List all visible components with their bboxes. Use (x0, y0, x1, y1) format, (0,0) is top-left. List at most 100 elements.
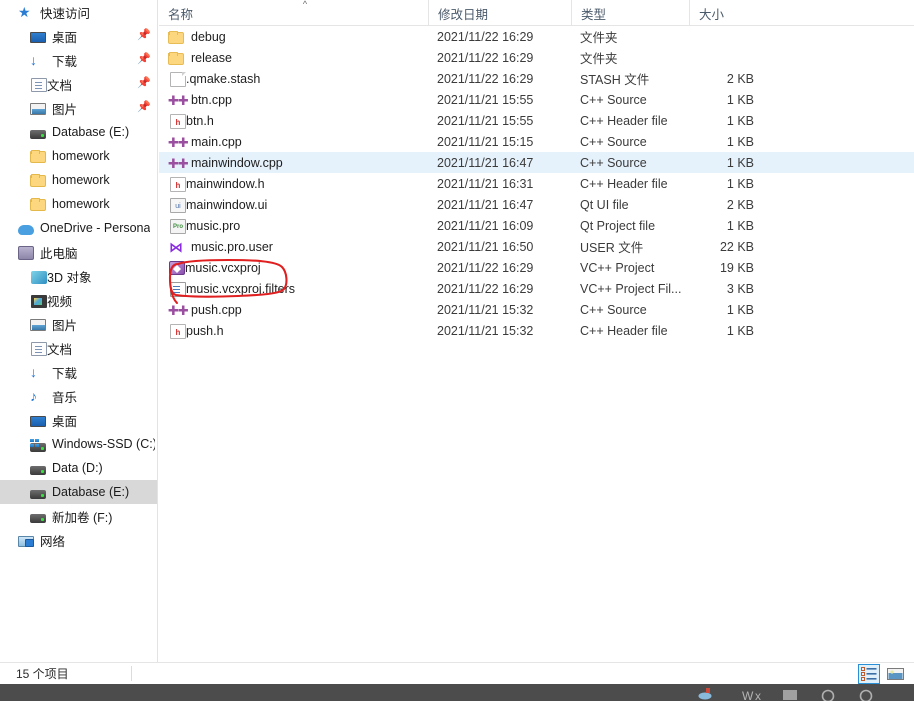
file-name-cell[interactable]: music.vcxproj (168, 257, 261, 278)
file-type-cell: C++ Source (580, 302, 647, 317)
file-date-cell: 2021/11/21 16:50 (437, 239, 534, 254)
nav-item-label: 文档 (47, 78, 73, 93)
nav-item-8[interactable]: homework (0, 192, 157, 216)
nav-item-0[interactable]: ★ 快速访问 (0, 0, 157, 24)
file-date-cell: 2021/11/22 16:29 (437, 260, 534, 275)
table-row[interactable]: h btn.h 2021/11/21 15:55 C++ Header file 1 K… (159, 110, 914, 131)
file-name-cell[interactable]: ⋈ music.pro.user (168, 236, 273, 257)
file-name-label: music.pro (186, 218, 241, 233)
pin-icon[interactable]: 📌 (137, 77, 151, 90)
file-list[interactable]: debug 2021/11/22 16:29 文件夹 release 2021/11/2… (159, 26, 914, 341)
file-name-label: push.h (186, 323, 224, 338)
file-type-cell: C++ Source (580, 155, 647, 170)
cpp-source-icon: ✚✚ (168, 92, 189, 108)
drive-icon (30, 489, 46, 499)
pin-icon[interactable]: 📌 (137, 29, 151, 42)
nav-item-label: 图片 (52, 102, 78, 117)
qt-ui-icon: ui (170, 197, 186, 213)
nav-item-13[interactable]: 图片 (0, 312, 157, 336)
nav-item-5[interactable]: Database (E:) (0, 120, 157, 144)
taskbar-app-icon-5[interactable] (858, 687, 874, 701)
nav-item-19[interactable]: Data (D:) (0, 456, 157, 480)
file-name-cell[interactable]: h push.h (168, 320, 224, 341)
nav-item-9[interactable]: OneDrive - Persona (0, 216, 157, 240)
table-row[interactable]: ✚✚ push.cpp 2021/11/21 15:32 C++ Source 1 KB (159, 299, 914, 320)
file-size-cell: 1 KB (726, 218, 754, 233)
column-header-date-label: 修改日期 (438, 7, 489, 22)
nav-item-16[interactable]: ♪ 音乐 (0, 384, 157, 408)
file-name-cell[interactable]: ✚✚ btn.cpp (168, 89, 232, 110)
nav-item-10[interactable]: 此电脑 (0, 240, 157, 264)
nav-item-15[interactable]: ↓ 下载 (0, 360, 157, 384)
nav-item-2[interactable]: ↓ 下载 📌 (0, 48, 157, 72)
blank-file-icon (170, 71, 186, 87)
column-header-row[interactable]: 名称 ^ 修改日期 类型 大小 (159, 0, 914, 26)
navigation-pane[interactable]: ★ 快速访问 桌面 📌 ↓ 下载 📌 文档 📌 图片 📌 Database (E:) homework h… (0, 0, 158, 679)
table-row[interactable]: Pro music.pro 2021/11/21 16:09 Qt Project f… (159, 215, 914, 236)
table-row[interactable]: ui mainwindow.ui 2021/11/21 16:47 Qt UI fil… (159, 194, 914, 215)
table-row[interactable]: .qmake.stash 2021/11/22 16:29 STASH 文件 2 KB (159, 68, 914, 89)
taskbar[interactable]: W x (0, 684, 914, 701)
file-name-cell[interactable]: release (168, 47, 232, 68)
nav-item-20[interactable]: Database (E:) (0, 480, 157, 504)
nav-item-11[interactable]: 3D 对象 (0, 264, 157, 288)
nav-item-label: 3D 对象 (47, 270, 92, 285)
file-name-label: push.cpp (191, 302, 242, 317)
nav-item-12[interactable]: 视频 (0, 288, 157, 312)
column-header-date-modified[interactable]: 修改日期 (428, 0, 571, 26)
large-icons-view-button[interactable] (884, 664, 906, 684)
nav-item-17[interactable]: 桌面 (0, 408, 157, 432)
file-name-cell[interactable]: ✚✚ mainwindow.cpp (168, 152, 283, 173)
pin-icon[interactable]: 📌 (137, 101, 151, 114)
taskbar-app-icon-2[interactable]: W x (742, 687, 768, 701)
file-size-cell: 1 KB (726, 302, 754, 317)
nav-item-21[interactable]: 新加卷 (F:) (0, 504, 157, 528)
table-row[interactable]: ✚✚ main.cpp 2021/11/21 15:15 C++ Source 1 KB (159, 131, 914, 152)
file-list-pane[interactable]: 名称 ^ 修改日期 类型 大小 debug 2021/11/22 16:29 文件夹… (159, 0, 914, 679)
table-row[interactable]: h push.h 2021/11/21 15:32 C++ Header file 1 … (159, 320, 914, 341)
file-type-cell: STASH 文件 (580, 73, 650, 87)
file-name-cell[interactable]: .qmake.stash (168, 68, 260, 89)
cpp-header-icon: h (170, 323, 186, 339)
details-view-button[interactable] (858, 664, 880, 684)
nav-item-14[interactable]: 文档 (0, 336, 157, 360)
file-date-cell: 2021/11/21 16:47 (437, 197, 534, 212)
nav-item-3[interactable]: 文档 📌 (0, 72, 157, 96)
file-size-cell: 1 KB (726, 323, 754, 338)
taskbar-app-icon-1[interactable] (698, 687, 714, 701)
taskbar-app-icon-4[interactable] (820, 687, 836, 701)
file-size-cell (659, 47, 754, 68)
table-row[interactable]: debug 2021/11/22 16:29 文件夹 (159, 26, 914, 47)
file-name-cell[interactable]: ✚✚ main.cpp (168, 131, 242, 152)
column-header-name[interactable]: 名称 (159, 0, 428, 26)
table-row[interactable]: music.vcxproj 2021/11/22 16:29 VC++ Projec… (159, 257, 914, 278)
nav-item-6[interactable]: homework (0, 144, 157, 168)
file-name-cell[interactable]: ✚✚ push.cpp (168, 299, 242, 320)
nav-item-18[interactable]: Windows-SSD (C:) (0, 432, 157, 456)
taskbar-app-icon-3[interactable] (782, 687, 798, 701)
column-header-type[interactable]: 类型 (571, 0, 689, 26)
nav-item-7[interactable]: homework (0, 168, 157, 192)
table-row[interactable]: ⋈ music.pro.user 2021/11/21 16:50 USER 文件 22… (159, 236, 914, 257)
nav-item-label: 文档 (47, 342, 73, 357)
this-pc-icon (18, 245, 34, 260)
file-name-cell[interactable]: h mainwindow.h (168, 173, 265, 194)
column-header-name-label: 名称 (168, 7, 194, 22)
file-name-cell[interactable]: debug (168, 26, 226, 47)
view-mode-buttons[interactable] (858, 664, 906, 684)
file-name-cell[interactable]: music.vcxproj.filters (168, 278, 295, 299)
nav-item-1[interactable]: 桌面 📌 (0, 24, 157, 48)
nav-item-4[interactable]: 图片 📌 (0, 96, 157, 120)
file-name-cell[interactable]: Pro music.pro (168, 215, 240, 236)
table-row[interactable]: ✚✚ btn.cpp 2021/11/21 15:55 C++ Source 1 KB (159, 89, 914, 110)
file-name-cell[interactable]: h btn.h (168, 110, 214, 131)
nav-item-22[interactable]: 网络 (0, 528, 157, 552)
pin-icon[interactable]: 📌 (137, 53, 151, 66)
table-row[interactable]: release 2021/11/22 16:29 文件夹 (159, 47, 914, 68)
file-type-cell: VC++ Project (580, 260, 655, 275)
table-row[interactable]: ✚✚ mainwindow.cpp 2021/11/21 16:47 C++ Sour… (159, 152, 914, 173)
file-name-cell[interactable]: ui mainwindow.ui (168, 194, 267, 215)
table-row[interactable]: h mainwindow.h 2021/11/21 16:31 C++ Header … (159, 173, 914, 194)
table-row[interactable]: music.vcxproj.filters 2021/11/22 16:29 VC+… (159, 278, 914, 299)
column-header-size[interactable]: 大小 (689, 0, 771, 26)
